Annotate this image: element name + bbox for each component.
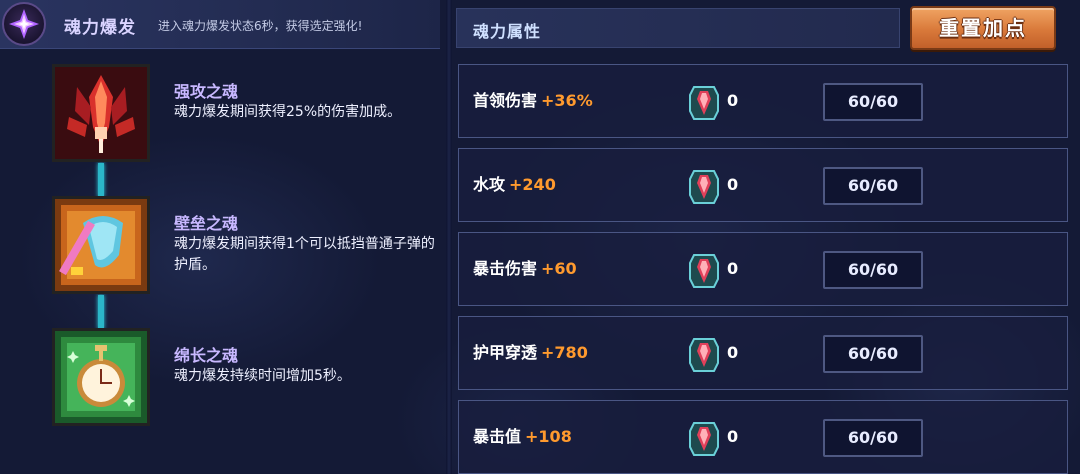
soul-gem-icon <box>689 86 719 120</box>
attribute-bonus: +108 <box>525 427 572 446</box>
red-crystal-icon <box>52 64 150 162</box>
soul-burst-panel: 魂力爆发 进入魂力爆发状态6秒，获得选定强化! 强攻之魂 魂力爆发期间获得25%… <box>0 0 446 474</box>
attribute-name: 首领伤害 <box>473 91 538 110</box>
soul-name: 壁垒之魂 <box>174 214 239 233</box>
attribute-bonus: +780 <box>541 343 588 362</box>
attribute-bonus: +240 <box>509 175 556 194</box>
attribute-level[interactable]: 60/60 <box>823 83 923 121</box>
soul-gem-icon <box>689 254 719 288</box>
attribute-bonus: +36% <box>541 91 593 110</box>
gem-cost: 0 <box>727 427 739 446</box>
panel-divider <box>446 0 452 474</box>
attributes-header: 魂力属性 <box>456 8 900 48</box>
soul-option-bulwark[interactable]: 壁垒之魂 魂力爆发期间获得1个可以抵挡普通子弹的护盾。 <box>52 196 435 296</box>
attributes-title: 魂力属性 <box>473 22 542 41</box>
attribute-level[interactable]: 60/60 <box>823 419 923 457</box>
soul-connector <box>98 163 104 197</box>
shield-sword-icon <box>52 196 150 294</box>
burst-header: 魂力爆发 进入魂力爆发状态6秒，获得选定强化! <box>0 0 440 49</box>
gem-cost: 0 <box>727 259 739 278</box>
soul-option-strike[interactable]: 强攻之魂 魂力爆发期间获得25%的伤害加成。 <box>52 64 432 164</box>
soul-gem-icon <box>689 170 719 204</box>
attribute-row: 暴击伤害 +60 0 60/60 <box>458 232 1068 306</box>
attribute-row: 暴击值 +108 0 60/60 <box>458 400 1068 474</box>
attribute-name: 护甲穿透 <box>473 343 538 362</box>
soul-description: 魂力爆发期间获得25%的伤害加成。 <box>174 104 402 120</box>
soul-burst-icon <box>2 2 46 46</box>
attribute-level[interactable]: 60/60 <box>823 335 923 373</box>
attribute-level[interactable]: 60/60 <box>823 251 923 289</box>
soul-option-endurance[interactable]: 绵长之魂 魂力爆发持续时间增加5秒。 <box>52 328 432 428</box>
attribute-row: 护甲穿透 +780 0 60/60 <box>458 316 1068 390</box>
burst-description: 进入魂力爆发状态6秒，获得选定强化! <box>158 19 363 33</box>
gem-cost: 0 <box>727 175 739 194</box>
pocket-watch-icon <box>52 328 150 426</box>
attribute-level[interactable]: 60/60 <box>823 167 923 205</box>
gem-cost: 0 <box>727 91 739 110</box>
attribute-name: 暴击值 <box>473 427 522 446</box>
attribute-row: 首领伤害 +36% 0 60/60 <box>458 64 1068 138</box>
attribute-bonus: +60 <box>541 259 577 278</box>
attribute-row: 水攻 +240 0 60/60 <box>458 148 1068 222</box>
attribute-name: 水攻 <box>473 175 506 194</box>
reset-points-button[interactable]: 重置加点 <box>910 6 1056 50</box>
soul-gem-icon <box>689 422 719 456</box>
soul-name: 绵长之魂 <box>174 346 239 365</box>
soul-description: 魂力爆发期间获得1个可以抵挡普通子弹的护盾。 <box>174 236 435 273</box>
soul-name: 强攻之魂 <box>174 82 239 101</box>
attribute-name: 暴击伤害 <box>473 259 538 278</box>
burst-title: 魂力爆发 <box>64 18 136 38</box>
soul-description: 魂力爆发持续时间增加5秒。 <box>174 368 351 384</box>
soul-gem-icon <box>689 338 719 372</box>
gem-cost: 0 <box>727 343 739 362</box>
soul-connector <box>98 295 104 329</box>
